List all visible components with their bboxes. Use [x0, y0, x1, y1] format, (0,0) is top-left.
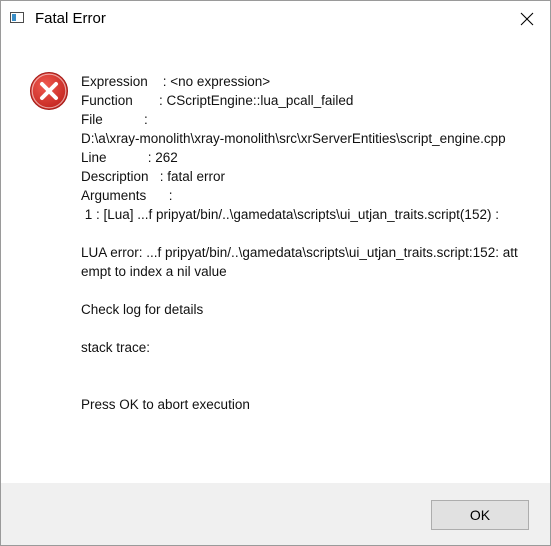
argument-item: 1 : [Lua] ...f pripyat/bin/..\gamedata\s… [81, 207, 499, 222]
window-title: Fatal Error [35, 10, 106, 27]
window-icon [10, 12, 24, 23]
dialog-body: Expression : <no expression> Function : … [1, 37, 550, 483]
close-icon [520, 12, 534, 26]
lua-error-line: LUA error: ...f pripyat/bin/..\gamedata\… [81, 245, 518, 279]
error-icon [30, 72, 68, 110]
error-message: Expression : <no expression> Function : … [81, 72, 521, 414]
arguments-line: Arguments : [81, 188, 173, 203]
title-bar[interactable]: Fatal Error [1, 1, 550, 37]
ok-button[interactable]: OK [431, 500, 529, 530]
file-path-line: D:\a\xray-monolith\xray-monolith\src\xrS… [81, 131, 506, 146]
description-line: Description : fatal error [81, 169, 226, 184]
check-log-line: Check log for details [81, 302, 204, 317]
line-number-line: Line : 262 [81, 150, 178, 165]
expression-line: Expression : <no expression> [81, 74, 271, 89]
fatal-error-dialog: Fatal Error Expression : <no expression> [0, 0, 551, 546]
button-bar: OK [1, 483, 550, 545]
stack-trace-line: stack trace: [81, 340, 151, 355]
file-label-line: File : [81, 112, 148, 127]
function-line: Function : CScriptEngine::lua_pcall_fail… [81, 93, 354, 108]
close-button[interactable] [504, 1, 550, 37]
press-ok-line: Press OK to abort execution [81, 397, 250, 412]
